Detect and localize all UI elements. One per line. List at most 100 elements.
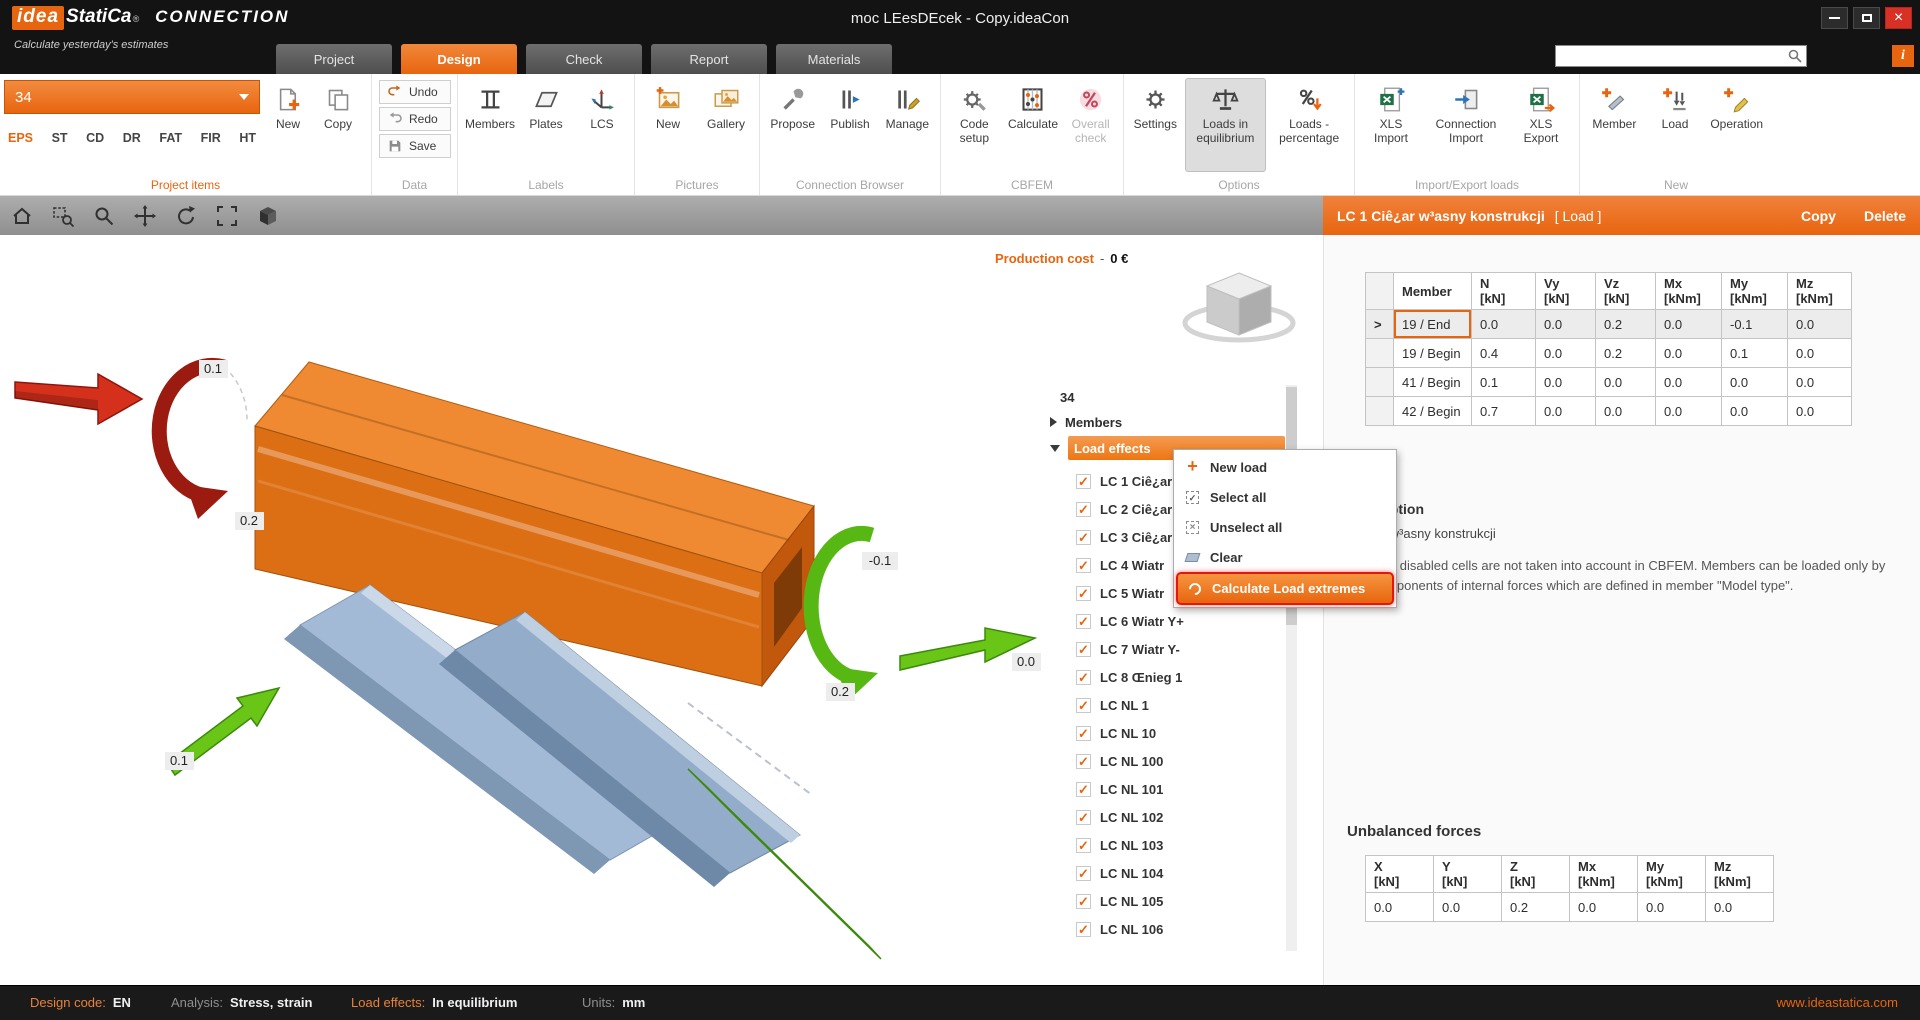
checkbox-checked-icon[interactable] bbox=[1076, 698, 1091, 713]
manage-button[interactable]: Manage bbox=[881, 78, 934, 172]
checkbox-checked-icon[interactable] bbox=[1076, 474, 1091, 489]
table-row[interactable]: 19 / Begin 0.4 0.0 0.2 0.0 0.1 0.0 bbox=[1366, 339, 1852, 368]
project-item-dropdown[interactable]: 34 bbox=[4, 80, 260, 114]
load-case-item[interactable]: LC NL 1 bbox=[1040, 691, 1298, 719]
row-selector[interactable] bbox=[1366, 397, 1394, 426]
checkbox-checked-icon[interactable] bbox=[1076, 614, 1091, 629]
website-link[interactable]: www.ideastatica.com bbox=[1777, 995, 1898, 1010]
loads-percentage-button[interactable]: Loads - percentage bbox=[1270, 78, 1348, 172]
load-case-item[interactable]: LC NL 103 bbox=[1040, 831, 1298, 859]
tab-report[interactable]: Report bbox=[651, 44, 767, 74]
menu-item-clear[interactable]: Clear bbox=[1176, 542, 1394, 572]
new-picture-button[interactable]: New bbox=[641, 78, 695, 172]
row-selector[interactable] bbox=[1366, 339, 1394, 368]
maximize-button[interactable] bbox=[1853, 7, 1880, 29]
minimize-button[interactable] bbox=[1821, 7, 1848, 29]
type-fat[interactable]: FAT bbox=[159, 131, 182, 145]
rotate-view-icon[interactable] bbox=[174, 204, 198, 228]
zoom-window-icon[interactable] bbox=[51, 204, 75, 228]
checkbox-checked-icon[interactable] bbox=[1076, 922, 1091, 937]
checkbox-checked-icon[interactable] bbox=[1076, 558, 1091, 573]
redo-button[interactable]: Redo bbox=[379, 107, 451, 131]
plates-labels-button[interactable]: Plates bbox=[520, 78, 572, 172]
checkbox-checked-icon[interactable] bbox=[1076, 586, 1091, 601]
new-project-item-button[interactable]: New bbox=[264, 78, 312, 172]
tree-root-item[interactable]: 34 bbox=[1040, 385, 1298, 409]
undo-button[interactable]: Undo bbox=[379, 80, 451, 104]
zoom-icon[interactable] bbox=[92, 204, 116, 228]
new-member-button[interactable]: Member bbox=[1586, 78, 1643, 172]
load-case-item[interactable]: LC NL 104 bbox=[1040, 859, 1298, 887]
table-row[interactable]: 19 / End 0.0 0.0 0.2 0.0 -0.1 0.0 bbox=[1366, 310, 1852, 339]
checkbox-checked-icon[interactable] bbox=[1076, 782, 1091, 797]
load-case-item[interactable]: LC 7 Wiatr Y- bbox=[1040, 635, 1298, 663]
type-ht[interactable]: HT bbox=[239, 131, 256, 145]
checkbox-checked-icon[interactable] bbox=[1076, 810, 1091, 825]
type-eps[interactable]: EPS bbox=[8, 131, 33, 145]
row-selector[interactable] bbox=[1366, 368, 1394, 397]
xls-export-button[interactable]: XLS Export bbox=[1511, 78, 1571, 172]
checkbox-checked-icon[interactable] bbox=[1076, 894, 1091, 909]
delete-load-button[interactable]: Delete bbox=[1864, 208, 1906, 224]
checkbox-checked-icon[interactable] bbox=[1076, 754, 1091, 769]
connection-import-button[interactable]: Connection Import bbox=[1425, 78, 1507, 172]
menu-item-select-all[interactable]: Select all bbox=[1176, 482, 1394, 512]
tree-branch-members[interactable]: Members bbox=[1040, 409, 1298, 435]
checkbox-checked-icon[interactable] bbox=[1076, 726, 1091, 741]
type-fir[interactable]: FIR bbox=[201, 131, 221, 145]
tab-project[interactable]: Project bbox=[276, 44, 392, 74]
settings-button[interactable]: Settings bbox=[1130, 78, 1181, 172]
checkbox-checked-icon[interactable] bbox=[1076, 530, 1091, 545]
load-case-item[interactable]: LC NL 10 bbox=[1040, 719, 1298, 747]
members-labels-button[interactable]: Members bbox=[464, 78, 516, 172]
pan-icon[interactable] bbox=[133, 204, 157, 228]
type-cd[interactable]: CD bbox=[86, 131, 104, 145]
publish-button[interactable]: Publish bbox=[823, 78, 876, 172]
checkbox-checked-icon[interactable] bbox=[1076, 502, 1091, 517]
tab-materials[interactable]: Materials bbox=[776, 44, 892, 74]
menu-item-calculate-load-extremes[interactable]: Calculate Load extremes bbox=[1176, 572, 1394, 605]
force-arrow-red[interactable] bbox=[15, 374, 142, 424]
zoom-fit-icon[interactable] bbox=[215, 204, 239, 228]
checkbox-checked-icon[interactable] bbox=[1076, 670, 1091, 685]
load-case-item[interactable]: LC NL 100 bbox=[1040, 747, 1298, 775]
home-view-icon[interactable] bbox=[10, 204, 34, 228]
menu-item-new-load[interactable]: New load bbox=[1176, 452, 1394, 482]
table-row[interactable]: 42 / Begin 0.7 0.0 0.0 0.0 0.0 0.0 bbox=[1366, 397, 1852, 426]
checkbox-checked-icon[interactable] bbox=[1076, 642, 1091, 657]
gallery-button[interactable]: Gallery bbox=[699, 78, 753, 172]
new-load-button[interactable]: Load bbox=[1647, 78, 1704, 172]
search-icon[interactable] bbox=[1788, 49, 1802, 63]
table-row[interactable]: 41 / Begin 0.1 0.0 0.0 0.0 0.0 0.0 bbox=[1366, 368, 1852, 397]
code-setup-button[interactable]: Code setup bbox=[947, 78, 1002, 172]
moment-arrow-red[interactable] bbox=[159, 365, 247, 519]
load-case-item[interactable]: LC NL 106 bbox=[1040, 915, 1298, 943]
load-case-item[interactable]: LC NL 105 bbox=[1040, 887, 1298, 915]
row-selector[interactable] bbox=[1366, 310, 1394, 339]
calculate-button[interactable]: Calculate bbox=[1006, 78, 1061, 172]
info-button[interactable] bbox=[1892, 45, 1914, 67]
save-button[interactable]: Save bbox=[379, 134, 451, 158]
load-case-item[interactable]: LC 8 Œnieg 1 bbox=[1040, 663, 1298, 691]
propose-button[interactable]: Propose bbox=[766, 78, 819, 172]
overall-check-button[interactable]: Overall check bbox=[1064, 78, 1117, 172]
checkbox-checked-icon[interactable] bbox=[1076, 866, 1091, 881]
load-case-item[interactable]: LC NL 102 bbox=[1040, 803, 1298, 831]
tab-design[interactable]: Design bbox=[401, 44, 517, 74]
menu-item-unselect-all[interactable]: Unselect all bbox=[1176, 512, 1394, 542]
copy-project-item-button[interactable]: Copy bbox=[314, 78, 362, 172]
type-dr[interactable]: DR bbox=[123, 131, 141, 145]
chevron-right-icon[interactable] bbox=[1050, 417, 1057, 427]
load-case-item[interactable]: LC 6 Wiatr Y+ bbox=[1040, 607, 1298, 635]
checkbox-checked-icon[interactable] bbox=[1076, 838, 1091, 853]
lcs-labels-button[interactable]: LCS bbox=[576, 78, 628, 172]
new-operation-button[interactable]: Operation bbox=[1707, 78, 1766, 172]
load-case-item[interactable]: LC NL 101 bbox=[1040, 775, 1298, 803]
chevron-down-icon[interactable] bbox=[1050, 445, 1060, 452]
close-button[interactable] bbox=[1885, 7, 1912, 29]
copy-load-button[interactable]: Copy bbox=[1801, 208, 1836, 224]
search-input[interactable] bbox=[1556, 49, 1788, 63]
tab-check[interactable]: Check bbox=[526, 44, 642, 74]
loads-in-equilibrium-toggle[interactable]: Loads in equilibrium bbox=[1185, 78, 1267, 172]
solid-view-cube-icon[interactable] bbox=[256, 204, 280, 228]
